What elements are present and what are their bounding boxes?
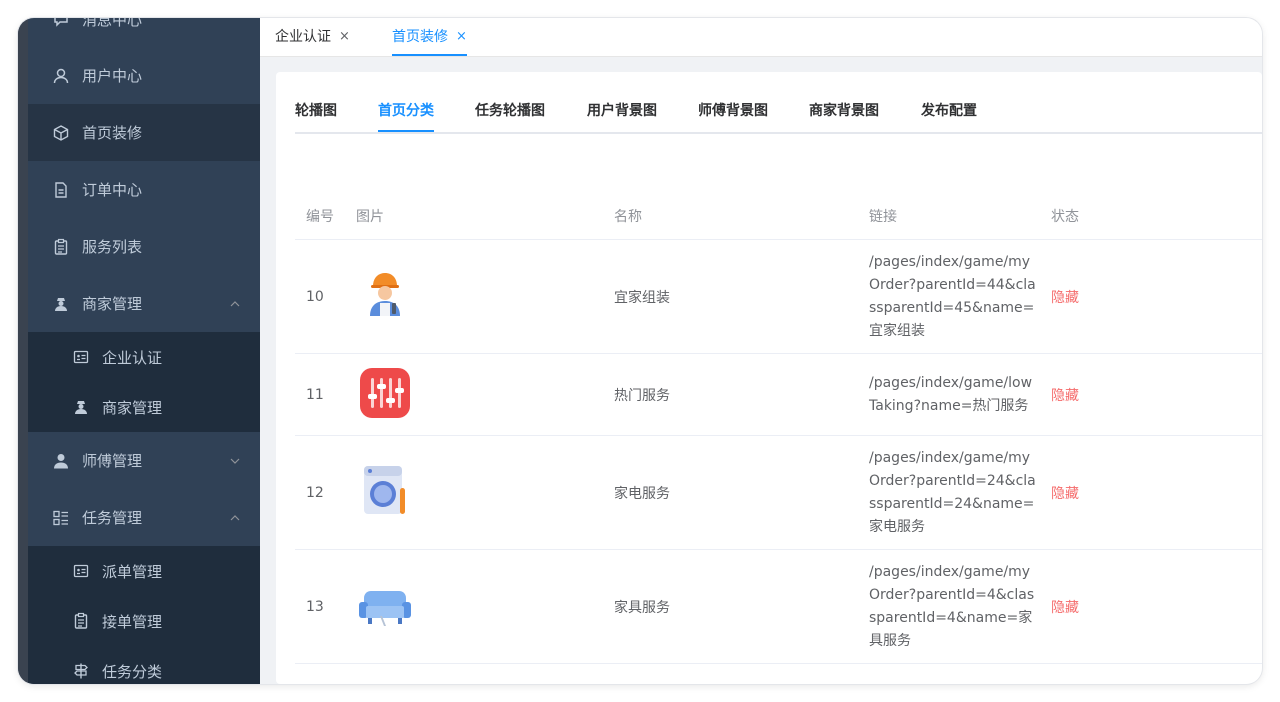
row-id: 13	[306, 598, 324, 615]
id-card-icon	[72, 562, 90, 580]
row-link: /pages/index/game/myOrder?parentId=4&cla…	[869, 563, 1035, 649]
row-name: 热门服务	[614, 387, 670, 404]
table-header: 编号 图片 名称 链接 状态	[295, 196, 1262, 240]
sidebar-item-enterprise-cert[interactable]: 企业认证	[28, 332, 260, 382]
sidebar-item-label: 商家管理	[102, 398, 163, 417]
chevron-up-icon	[230, 300, 240, 306]
merchant-icon	[72, 398, 90, 416]
sidebar-item-label: 订单中心	[82, 181, 143, 199]
sidebar-item-orders[interactable]: 订单中心	[28, 161, 260, 218]
worker-icon	[356, 266, 414, 328]
close-icon[interactable]: ×	[456, 29, 467, 44]
sofa-icon	[356, 576, 414, 638]
sidebar-item-accept-orders[interactable]: 接单管理	[28, 596, 260, 646]
sidebar-item-merchant[interactable]: 商家管理	[28, 275, 260, 332]
status-badge: 隐藏	[1051, 485, 1079, 502]
subtab-merchant-background[interactable]: 商家背景图	[809, 94, 879, 130]
sidebar-item-label: 企业认证	[102, 348, 163, 367]
sidebar-item-dispatch[interactable]: 派单管理	[28, 546, 260, 596]
signpost-icon	[72, 662, 90, 680]
row-name: 家电服务	[614, 485, 670, 502]
tab-label: 企业认证	[275, 29, 331, 45]
row-name: 家具服务	[614, 599, 670, 616]
table-row: 10 宜家组装 /pages/index/game/myOrder?parent…	[295, 240, 1262, 354]
header-link: 链接	[869, 209, 897, 225]
subtab-master-background[interactable]: 师傅背景图	[698, 94, 768, 130]
table-row: 12 家电服务 /pages/index/game/myOrder?parent…	[295, 436, 1262, 550]
tab-bar: 企业认证 × 首页装修 ×	[260, 18, 1262, 57]
sidebar-item-label: 任务管理	[82, 509, 143, 527]
user-icon	[52, 67, 70, 85]
sidebar-item-users[interactable]: 用户中心	[28, 47, 260, 104]
status-badge: 隐藏	[1051, 387, 1079, 404]
chat-icon	[52, 18, 70, 28]
tab-home-decoration[interactable]: 首页装修 ×	[392, 18, 467, 56]
header-image: 图片	[356, 209, 384, 225]
sidebar-item-label: 服务列表	[82, 238, 143, 256]
sidebar-item-task-category[interactable]: 任务分类	[28, 646, 260, 684]
clipboard-icon	[52, 238, 70, 256]
row-name: 宜家组装	[614, 289, 670, 306]
list-icon	[52, 509, 70, 527]
subtab-user-background[interactable]: 用户背景图	[587, 94, 657, 130]
chevron-up-icon	[230, 514, 240, 520]
table-row: 13 家具服务 /pages/index/game/myOrder?parent…	[295, 550, 1262, 664]
person-icon	[52, 452, 70, 470]
row-id: 11	[306, 386, 324, 403]
close-icon[interactable]: ×	[339, 29, 350, 44]
sidebar-item-label: 消息中心	[82, 18, 143, 29]
id-card-icon	[72, 348, 90, 366]
subtab-task-carousel[interactable]: 任务轮播图	[475, 94, 545, 130]
sidebar-item-tasks[interactable]: 任务管理	[28, 489, 260, 546]
sidebar-item-services[interactable]: 服务列表	[28, 218, 260, 275]
subtab-home-category[interactable]: 首页分类	[378, 94, 434, 132]
app-window: 消息中心 用户中心 首页装修 订单中心 服务列表 商家管理 企业认证 商家管理 …	[18, 18, 1262, 684]
sidebar-item-label: 派单管理	[102, 562, 163, 581]
sliders-icon	[356, 364, 414, 426]
sidebar-item-masters[interactable]: 师傅管理	[28, 432, 260, 489]
sidebar-item-label: 首页装修	[82, 124, 143, 142]
sidebar-item-label: 用户中心	[82, 67, 143, 85]
sidebar-item-label: 任务分类	[102, 662, 163, 681]
row-link: /pages/index/game/lowTaking?name=热门服务	[869, 374, 1033, 414]
sidebar-item-merchant-manage[interactable]: 商家管理	[28, 382, 260, 432]
cube-icon	[52, 124, 70, 142]
sidebar-item-label: 接单管理	[102, 612, 163, 631]
header-name: 名称	[614, 209, 642, 225]
washing-machine-icon	[356, 462, 414, 524]
subtab-bar: 轮播图 首页分类 任务轮播图 用户背景图 师傅背景图 商家背景图 发布配置	[295, 94, 1262, 134]
tab-enterprise-cert[interactable]: 企业认证 ×	[275, 18, 350, 54]
subtab-publish-config[interactable]: 发布配置	[921, 94, 977, 130]
sidebar-item-label: 师傅管理	[82, 452, 143, 470]
subtab-carousel[interactable]: 轮播图	[295, 94, 337, 130]
main-area: 企业认证 × 首页装修 × 轮播图 首页分类 任务轮播图 用户背景图 师傅背景图…	[260, 18, 1262, 684]
header-id: 编号	[306, 209, 334, 225]
sidebar-item-messages[interactable]: 消息中心	[28, 18, 260, 34]
chevron-down-icon	[230, 458, 240, 464]
left-strip	[18, 18, 28, 684]
sidebar: 消息中心 用户中心 首页装修 订单中心 服务列表 商家管理 企业认证 商家管理 …	[18, 18, 260, 684]
header-status: 状态	[1051, 209, 1079, 225]
document-icon	[52, 181, 70, 199]
merchant-icon	[52, 295, 70, 313]
tab-label: 首页装修	[392, 29, 448, 45]
status-badge: 隐藏	[1051, 289, 1079, 306]
sidebar-item-label: 商家管理	[82, 295, 143, 313]
clipboard-icon	[72, 612, 90, 630]
row-id: 10	[306, 288, 324, 305]
table-row: 11 热门服务 /pages/index/game/lowTaking?name…	[295, 354, 1262, 436]
sidebar-item-home-decoration[interactable]: 首页装修	[28, 104, 260, 161]
row-link: /pages/index/game/myOrder?parentId=44&cl…	[869, 253, 1036, 339]
status-badge: 隐藏	[1051, 599, 1079, 616]
row-id: 12	[306, 484, 324, 501]
row-link: /pages/index/game/myOrder?parentId=24&cl…	[869, 449, 1036, 535]
content-card: 轮播图 首页分类 任务轮播图 用户背景图 师傅背景图 商家背景图 发布配置 编号…	[276, 72, 1262, 684]
